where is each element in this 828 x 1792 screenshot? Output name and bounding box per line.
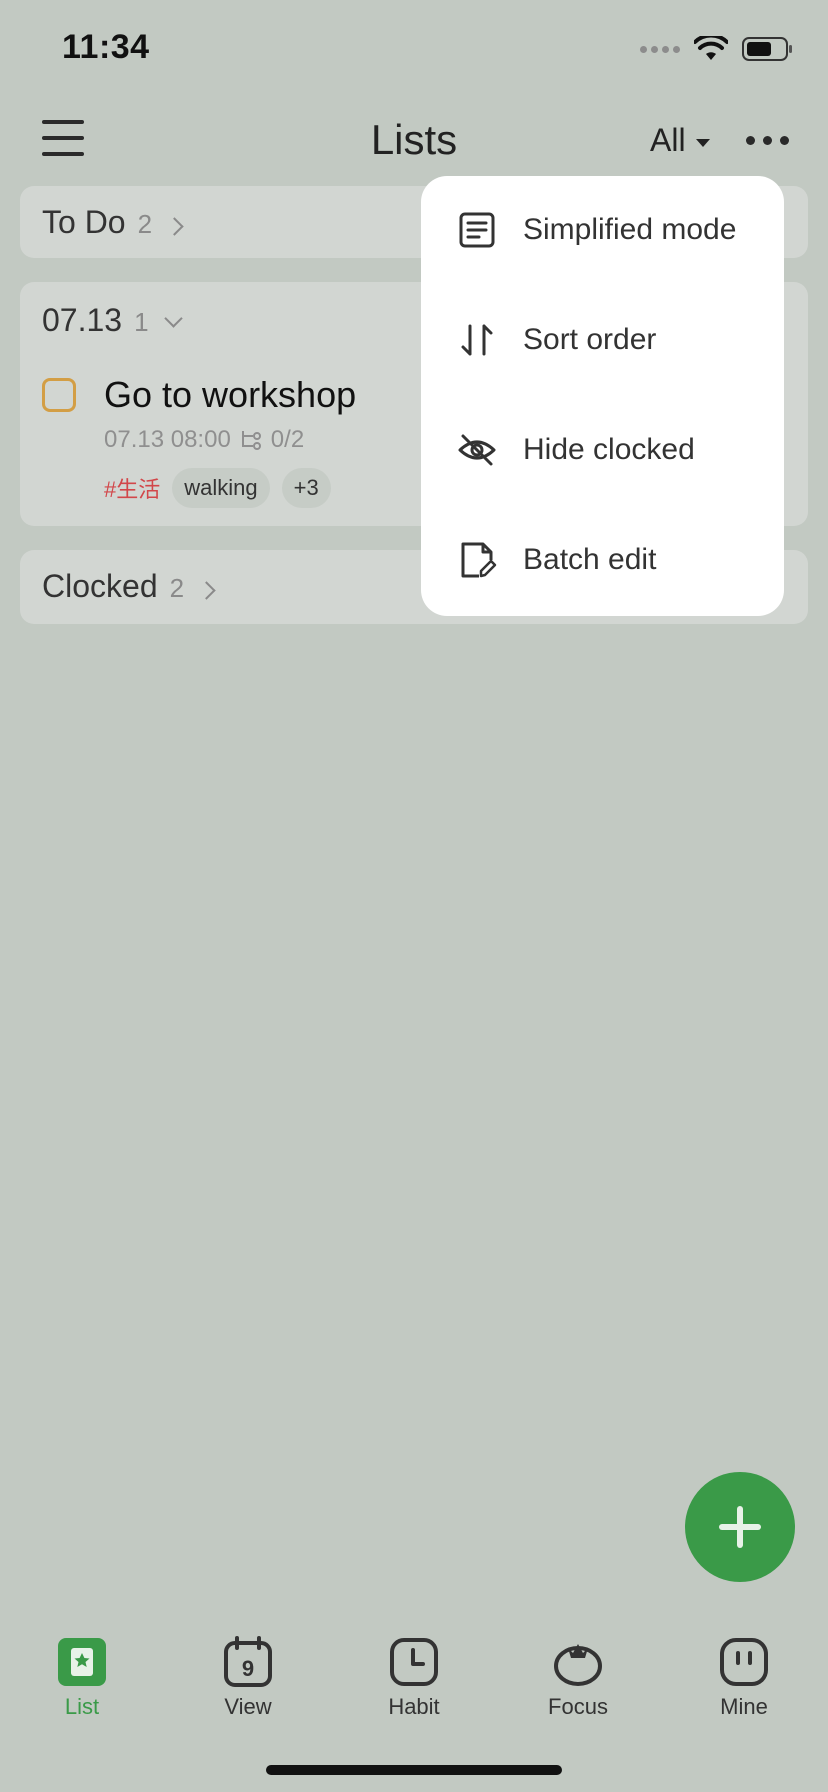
tab-label: Mine	[720, 1694, 768, 1719]
home-indicator	[266, 1765, 562, 1775]
add-task-button[interactable]	[685, 1472, 795, 1582]
section-title: To Do	[42, 204, 126, 240]
section-header: To Do 2	[42, 204, 184, 241]
tomato-icon	[554, 1644, 602, 1686]
tag-more[interactable]: +3	[281, 468, 331, 508]
section-title: Clocked	[42, 568, 158, 604]
edit-document-icon	[461, 542, 497, 578]
task-title[interactable]: Go to workshop	[104, 374, 356, 416]
tab-list[interactable]: List	[22, 1636, 142, 1720]
tab-label: List	[64, 1694, 100, 1719]
section-header: Clocked 2	[42, 568, 216, 605]
wifi-icon	[694, 36, 728, 60]
menu-item-sort-order[interactable]: Sort order	[457, 310, 656, 370]
svg-text:9: 9	[242, 1656, 254, 1681]
task-datetime: 07.13 08:00	[104, 426, 231, 453]
chevron-right-icon	[197, 581, 216, 600]
caret-down-icon	[695, 138, 710, 147]
tab-label: View	[224, 1694, 272, 1719]
tab-mine[interactable]: Mine	[684, 1636, 804, 1720]
section-title: 07.13	[42, 302, 123, 338]
task-tags: #生活 walking +3	[104, 468, 331, 508]
task-meta: 07.13 08:00 0/2	[104, 426, 304, 454]
tab-label: Habit	[388, 1694, 440, 1719]
section-count: 2	[137, 209, 153, 239]
tag-secondary[interactable]: walking	[172, 468, 270, 508]
section-count: 2	[169, 573, 185, 603]
menu-item-simplified-mode[interactable]: Simplified mode	[457, 200, 736, 260]
tab-view[interactable]: 9 View	[188, 1636, 308, 1720]
tab-habit[interactable]: Habit	[354, 1636, 474, 1720]
status-time: 11:34	[62, 28, 150, 66]
more-options-icon[interactable]	[746, 136, 789, 145]
calendar-icon: 9	[224, 1636, 272, 1687]
battery-icon	[742, 37, 792, 61]
status-indicators	[640, 36, 794, 62]
document-icon	[459, 212, 495, 248]
signal-icon	[640, 45, 680, 53]
menu-item-label: Hide clocked	[523, 433, 695, 466]
subtask-icon	[241, 431, 261, 450]
tag-primary[interactable]: #生活	[104, 472, 160, 504]
tab-focus[interactable]: Focus	[518, 1636, 638, 1720]
menu-item-label: Batch edit	[523, 543, 657, 576]
menu-item-batch-edit[interactable]: Batch edit	[457, 530, 656, 590]
sort-icon	[461, 324, 493, 356]
section-header[interactable]: 07.13 1	[42, 302, 183, 339]
task-checkbox[interactable]	[42, 378, 76, 412]
eye-off-icon	[458, 434, 496, 466]
profile-icon	[720, 1638, 768, 1686]
tab-label: Focus	[548, 1694, 608, 1719]
subtask-progress: 0/2	[270, 426, 305, 453]
menu-item-label: Simplified mode	[523, 213, 737, 246]
section-count: 1	[134, 307, 149, 337]
chevron-right-icon	[165, 217, 184, 236]
filter-dropdown[interactable]: All	[650, 122, 710, 159]
menu-item-label: Sort order	[523, 323, 657, 356]
more-options-menu: Simplified mode Sort order Hide clocked …	[421, 176, 784, 616]
clock-icon	[390, 1638, 438, 1686]
filter-label: All	[650, 122, 686, 158]
menu-item-hide-clocked[interactable]: Hide clocked	[457, 420, 695, 480]
chevron-down-icon	[163, 309, 183, 328]
list-icon	[58, 1638, 106, 1686]
